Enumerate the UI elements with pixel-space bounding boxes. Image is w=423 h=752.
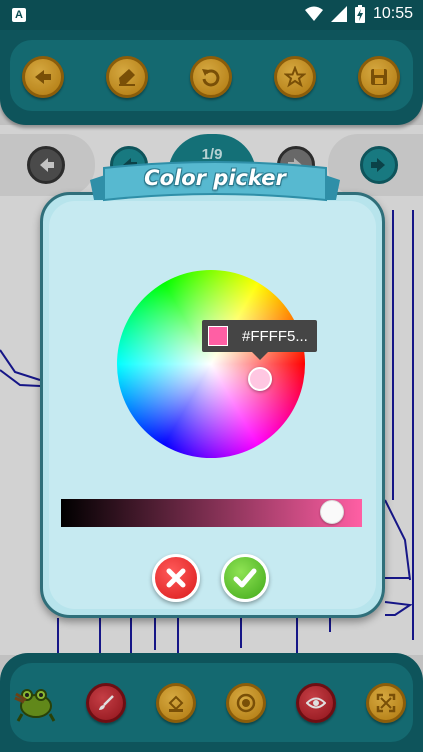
color-wheel-handle[interactable] — [248, 367, 272, 391]
confirm-button[interactable] — [221, 554, 269, 602]
title-ribbon-text: Color picker — [90, 160, 340, 220]
close-icon — [166, 568, 186, 588]
selected-color-swatch — [208, 326, 228, 346]
check-icon — [233, 568, 257, 588]
color-value-tooltip: #FFFF5... — [202, 320, 317, 360]
selected-color-hex: #FFFF5... — [242, 327, 308, 345]
cancel-button[interactable] — [152, 554, 200, 602]
dialog-title: Color picker — [144, 166, 286, 190]
color-wheel[interactable] — [117, 270, 305, 458]
brightness-slider-knob[interactable] — [319, 500, 344, 524]
brightness-slider[interactable] — [61, 499, 362, 527]
